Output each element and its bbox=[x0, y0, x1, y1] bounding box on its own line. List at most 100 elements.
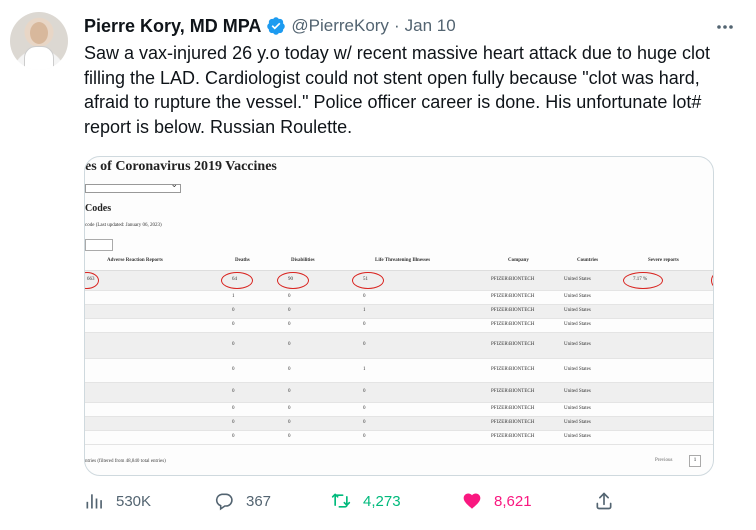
cell-deaths: 0 bbox=[232, 434, 235, 439]
avatar-coat bbox=[24, 46, 54, 70]
table-row: 0 0 1 PFIZER\BIONTECH United States bbox=[85, 305, 713, 319]
cell-life: 0 bbox=[363, 406, 366, 411]
tweet-date[interactable]: Jan 10 bbox=[405, 16, 456, 36]
table-row: 0 0 0 PFIZER\BIONTECH United States bbox=[85, 333, 713, 359]
cell-deaths: 0 bbox=[232, 367, 235, 372]
share-button[interactable] bbox=[594, 487, 614, 515]
reply-count: 367 bbox=[246, 492, 272, 510]
report-table: Adverse Reaction Reports Deaths Disabili… bbox=[85, 257, 713, 445]
cell-disabilities: 0 bbox=[288, 406, 291, 411]
cell-life: 0 bbox=[363, 389, 366, 394]
cell-company: PFIZER\BIONTECH bbox=[491, 294, 535, 299]
cell-deaths: 0 bbox=[232, 342, 235, 347]
tweet-header: Pierre Kory, MD MPA @PierreKory · Jan 10 bbox=[84, 14, 456, 38]
doc-page-number: 1 bbox=[689, 455, 701, 467]
reply-icon bbox=[215, 493, 233, 511]
doc-footer-info: ntries (filtered from 48,840 total entri… bbox=[85, 459, 166, 464]
views-button[interactable]: 530K bbox=[84, 487, 151, 515]
doc-updated-line: code (Last updated: January 06, 2023) bbox=[85, 223, 162, 228]
author-avatar[interactable] bbox=[10, 12, 68, 70]
retweet-icon bbox=[331, 493, 351, 508]
cell-life: 0 bbox=[363, 322, 366, 327]
tweet-text: Saw a vax-injured 26 y.o today w/ recent… bbox=[84, 43, 716, 137]
cell-deaths: 0 bbox=[232, 406, 235, 411]
like-count: 8,621 bbox=[494, 492, 532, 510]
avatar-face bbox=[30, 22, 48, 44]
cell-deaths: 1 bbox=[232, 294, 235, 299]
tweet-media-image[interactable]: es of Coronavirus 2019 Vaccines Codes co… bbox=[84, 156, 714, 476]
cell-country: United States bbox=[564, 434, 591, 439]
table-header: Adverse Reaction Reports Deaths Disabili… bbox=[85, 257, 713, 271]
cell-deaths: 0 bbox=[232, 420, 235, 425]
cell-disabilities: 0 bbox=[288, 367, 291, 372]
more-dots-glyph bbox=[717, 25, 733, 29]
cell-life: 0 bbox=[363, 434, 366, 439]
cell-disabilities: 0 bbox=[288, 322, 291, 327]
cell-country: United States bbox=[564, 420, 591, 425]
views-count: 530K bbox=[116, 492, 152, 510]
cell-deaths: 0 bbox=[232, 308, 235, 313]
table-row: 0 0 1 PFIZER\BIONTECH United States bbox=[85, 359, 713, 383]
doc-search-box bbox=[85, 239, 113, 251]
cell-company: PFIZER\BIONTECH bbox=[491, 389, 535, 394]
table-body: 663 64 90 51 PFIZER\BIONTECH United States 7.1… bbox=[85, 271, 713, 445]
cell-company: PFIZER\BIONTECH bbox=[491, 367, 535, 372]
cell-life: 1 bbox=[363, 367, 366, 372]
cell-company: PFIZER\BIONTECH bbox=[491, 342, 535, 347]
annotation-ring-life bbox=[352, 272, 384, 289]
retweet-count: 4,273 bbox=[363, 492, 401, 510]
table-row: 1 0 0 PFIZER\BIONTECH United States bbox=[85, 291, 713, 305]
cell-company: PFIZER\BIONTECH bbox=[491, 420, 535, 425]
author-name[interactable]: Pierre Kory, MD MPA bbox=[84, 16, 261, 37]
cell-life: 0 bbox=[363, 342, 366, 347]
separator-dot: · bbox=[393, 16, 400, 35]
col-deaths: Deaths bbox=[235, 258, 250, 263]
share-icon bbox=[596, 492, 612, 510]
annotation-ring-severe bbox=[623, 272, 663, 289]
cell-life: 0 bbox=[363, 294, 366, 299]
cell-country: United States bbox=[564, 389, 591, 394]
cell-country: United States bbox=[564, 308, 591, 313]
like-icon bbox=[463, 493, 481, 509]
annotation-ring-disabilities bbox=[277, 272, 309, 289]
table-row: 663 64 90 51 PFIZER\BIONTECH United States 7.1… bbox=[85, 271, 713, 291]
col-severe-reports: Severe reports bbox=[648, 258, 679, 263]
table-row: 0 0 0 PFIZER\BIONTECH United States bbox=[85, 403, 713, 417]
table-row: 0 0 0 PFIZER\BIONTECH United States bbox=[85, 431, 713, 445]
cell-country: United States bbox=[564, 406, 591, 411]
cell-life: 1 bbox=[363, 308, 366, 313]
table-row: 0 0 0 PFIZER\BIONTECH United States bbox=[85, 417, 713, 431]
cell-country: United States bbox=[564, 294, 591, 299]
cell-country: United States bbox=[564, 367, 591, 372]
cell-disabilities: 0 bbox=[288, 308, 291, 313]
cell-disabilities: 0 bbox=[288, 342, 291, 347]
cell-country: United States bbox=[564, 322, 591, 327]
doc-dropdown bbox=[85, 179, 181, 193]
reply-button[interactable]: 367 bbox=[214, 487, 271, 515]
annotation-ring-deaths bbox=[221, 272, 253, 289]
col-countries: Countries bbox=[577, 258, 599, 263]
tweet-actions: 530K 367 4,273 8,621 bbox=[84, 487, 624, 515]
annotation-ring-reports bbox=[85, 272, 99, 289]
doc-codes-heading: Codes bbox=[85, 203, 112, 214]
col-disabilities: Disabilities bbox=[291, 258, 315, 263]
cell-country: United States bbox=[564, 342, 591, 347]
retweet-button[interactable]: 4,273 bbox=[331, 487, 401, 515]
cell-life: 0 bbox=[363, 420, 366, 425]
cell-disabilities: 0 bbox=[288, 294, 291, 299]
author-handle[interactable]: @PierreKory bbox=[291, 16, 389, 36]
cell-deaths: 0 bbox=[232, 322, 235, 327]
cell-deaths: 0 bbox=[232, 389, 235, 394]
col-adverse-reports: Adverse Reaction Reports bbox=[107, 258, 163, 263]
doc-title: es of Coronavirus 2019 Vaccines bbox=[85, 159, 277, 174]
views-icon bbox=[86, 494, 102, 509]
like-button[interactable]: 8,621 bbox=[462, 487, 532, 515]
table-row: 0 0 0 PFIZER\BIONTECH United States bbox=[85, 319, 713, 333]
cell-company: PFIZER\BIONTECH bbox=[491, 308, 535, 313]
table-row: 0 0 0 PFIZER\BIONTECH United States bbox=[85, 383, 713, 403]
cell-disabilities: 0 bbox=[288, 420, 291, 425]
cell-company: PFIZER\BIONTECH bbox=[491, 277, 535, 282]
more-icon[interactable] bbox=[714, 16, 736, 38]
cell-disabilities: 0 bbox=[288, 434, 291, 439]
cell-company: PFIZER\BIONTECH bbox=[491, 322, 535, 327]
